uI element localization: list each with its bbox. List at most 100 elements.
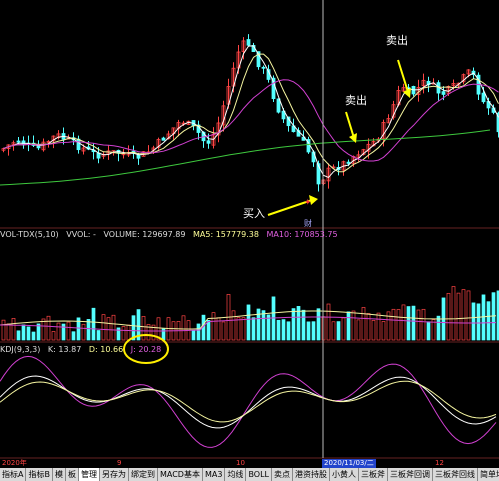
- volume-bar: [431, 319, 436, 341]
- indicator-tab[interactable]: 三板斧回线: [433, 468, 478, 481]
- volume-bar: [476, 303, 481, 341]
- volume-bar: [91, 307, 96, 341]
- candle-body: [441, 91, 446, 95]
- volume-bar: [451, 286, 456, 341]
- volume-indicator-header: VOL-TDX(5,10) VVOL: - VOLUME: 129697.89 …: [0, 229, 343, 240]
- volume-bar: [61, 323, 66, 341]
- indicator-tab[interactable]: 均线: [225, 468, 247, 481]
- indicator-tab[interactable]: 指标B: [26, 468, 53, 481]
- volume-bar: [51, 331, 56, 341]
- volume-bar: [41, 318, 46, 341]
- volume-bar: [401, 304, 406, 341]
- candle-body: [246, 39, 251, 46]
- indicator-tab[interactable]: 卖点: [272, 468, 293, 481]
- kdj-indicator-header: KDJ(9,3,3) K: 13.87 D: 10.66 J: 20.28: [0, 344, 166, 355]
- volume-bar: [101, 314, 106, 341]
- volume-bar: [336, 321, 341, 341]
- indicator-tab[interactable]: 简单均线: [478, 468, 499, 481]
- volume-bar: [31, 331, 36, 341]
- volume-bar: [331, 321, 336, 341]
- volume-bar: [211, 312, 216, 341]
- indicator-tab[interactable]: MA3: [203, 468, 226, 481]
- indicator-tab[interactable]: 三板斧: [359, 468, 388, 481]
- volume-bar: [106, 317, 111, 341]
- volume-bar: [341, 317, 346, 341]
- candle-body: [136, 154, 141, 159]
- date-label-2020: 2020年: [2, 459, 27, 467]
- volume-bar: [6, 323, 11, 341]
- ma-line-white: [3, 45, 499, 179]
- volume-bar: [316, 308, 321, 341]
- volume-bar: [21, 324, 26, 341]
- volume-bar: [66, 321, 71, 341]
- candle-body: [261, 66, 266, 69]
- indicator-tab[interactable]: 小黄人: [330, 468, 359, 481]
- volume-bar: [421, 308, 426, 341]
- kdj-d-line: [0, 380, 497, 423]
- volume-bar: [391, 308, 396, 341]
- ma-line-yellow: [3, 53, 499, 173]
- volume-bar: [426, 321, 431, 341]
- indicator-tab[interactable]: 三板斧回调: [388, 468, 433, 481]
- volume-value: VOLUME: 129697.89: [103, 230, 186, 239]
- volume-bar: [466, 290, 471, 341]
- volume-bar: [396, 309, 401, 341]
- volume-bar: [301, 309, 306, 341]
- indicator-tab[interactable]: 板: [66, 468, 79, 481]
- kdj-j-value: J: 20.28: [130, 345, 162, 354]
- indicator-tab[interactable]: 指标A: [0, 468, 27, 481]
- volume-bar: [446, 292, 451, 341]
- buy-label: 买入: [243, 207, 265, 220]
- indicator-tab[interactable]: BOLL: [246, 468, 272, 481]
- volume-bar: [81, 323, 86, 341]
- date-label-oct: 10: [236, 459, 245, 467]
- volume-bar: [306, 321, 311, 341]
- indicator-tab[interactable]: 港资持股: [293, 468, 330, 481]
- kdj-k-line: [0, 375, 497, 429]
- volume-bar: [11, 318, 16, 341]
- volume-bar: [246, 304, 251, 341]
- buy-point-star-icon: ✦: [304, 198, 312, 208]
- date-label-sep: 9: [117, 459, 122, 467]
- volume-bar: [276, 319, 281, 341]
- indicator-tab[interactable]: 绑定到: [129, 468, 158, 481]
- volume-ma5-value: MA5: 157779.38: [193, 230, 259, 239]
- volume-bar: [411, 305, 416, 341]
- candle-body: [76, 138, 81, 151]
- volume-bar: [366, 313, 371, 341]
- volume-bar: [261, 310, 266, 341]
- volume-bar: [221, 321, 226, 341]
- kdj-indicator-name[interactable]: KDJ(9,3,3): [0, 345, 40, 354]
- kdj-j-line: [0, 355, 497, 448]
- candle-body: [206, 140, 211, 144]
- volume-bar: [406, 306, 411, 341]
- volume-indicator-name[interactable]: VOL-TDX(5,10): [0, 230, 59, 239]
- volume-bar: [26, 326, 31, 341]
- indicator-tab[interactable]: MACD基本: [158, 468, 203, 481]
- volume-bar: [361, 307, 366, 341]
- volume-bar: [456, 292, 461, 341]
- indicator-tab[interactable]: 另存为: [100, 468, 129, 481]
- volume-bar: [471, 302, 476, 341]
- candle-body: [161, 137, 166, 141]
- volume-bar: [311, 321, 316, 341]
- indicator-tab[interactable]: 模: [53, 468, 66, 481]
- cai-marker: 财: [304, 219, 312, 228]
- volume-bar: [326, 303, 331, 341]
- volume-bar: [241, 317, 246, 341]
- stock-chart-window[interactable]: ✦ 卖出 卖出 买入 财 VOL-TDX(5,10) VVOL: - VOLUM…: [0, 0, 499, 481]
- volume-bar: [486, 301, 491, 341]
- volume-bar: [71, 331, 76, 341]
- volume-bar: [436, 315, 441, 341]
- volume-bar: [16, 330, 21, 341]
- sell-label-2: 卖出: [345, 94, 367, 107]
- volume-bar: [191, 330, 196, 341]
- volume-ma10-value: MA10: 170853.75: [266, 230, 338, 239]
- volume-bar: [181, 315, 186, 341]
- volume-bar: [291, 308, 296, 341]
- volume-bar: [381, 321, 386, 341]
- volume-bar: [371, 319, 376, 341]
- indicator-tab[interactable]: 管理: [78, 468, 100, 481]
- date-label-cursor: 2020/11/03/二: [322, 459, 376, 468]
- volume-bar: [206, 320, 211, 341]
